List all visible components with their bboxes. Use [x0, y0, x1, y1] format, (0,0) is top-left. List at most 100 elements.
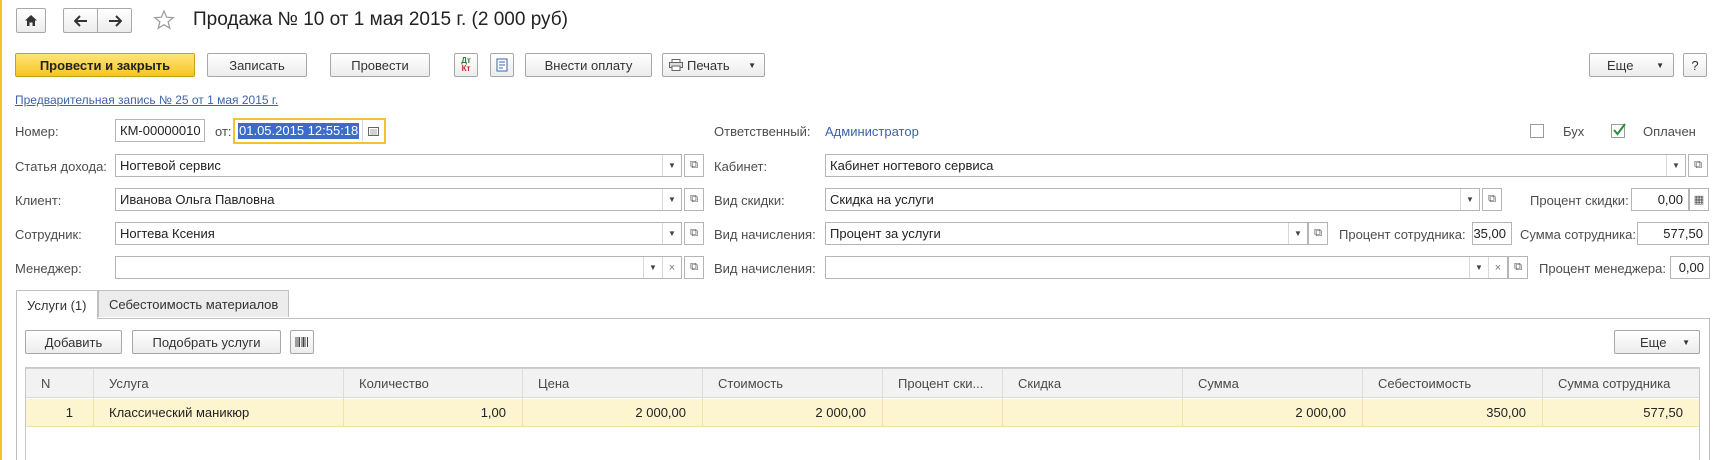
open-icon[interactable]: ⧉ [1308, 222, 1328, 245]
date-field[interactable]: 01.05.2015 12:55:18 [233, 118, 386, 144]
open-icon[interactable]: ⧉ [1508, 256, 1528, 279]
chevron-down-icon[interactable]: ▼ [1460, 189, 1479, 210]
discount-type-value: Скидка на услуги [830, 192, 934, 207]
column-header[interactable]: Процент ски... [883, 369, 1003, 399]
column-header[interactable]: Количество [344, 369, 523, 399]
chevron-down-icon[interactable]: ▼ [662, 189, 681, 210]
pay-button[interactable]: Внести оплату [525, 53, 652, 77]
arrow-left-icon [73, 14, 87, 27]
chevron-down-icon: ▼ [1656, 60, 1664, 70]
accrual-field[interactable]: Процент за услуги ▼ [825, 222, 1308, 245]
document-button[interactable] [490, 53, 514, 77]
tab-material-cost[interactable]: Себестоимость материалов [98, 290, 289, 317]
print-button[interactable]: Печать ▼ [662, 53, 765, 77]
paid-label: Оплачен [1643, 124, 1696, 139]
cell-cost: 2 000,00 [703, 399, 883, 426]
save-button[interactable]: Записать [207, 53, 307, 77]
discount-pct-field[interactable]: 0,00 [1631, 188, 1689, 211]
chevron-down-icon[interactable]: ▼ [662, 223, 681, 244]
chevron-down-icon[interactable]: ▼ [643, 257, 662, 278]
income-value: Ногтевой сервис [120, 158, 221, 173]
employee-field[interactable]: Ногтева Ксения ▼ [115, 222, 682, 245]
accrual-label: Вид начисления: [714, 227, 816, 242]
manager-pct-value: 0,00 [1678, 260, 1704, 275]
responsible-link[interactable]: Администратор [825, 124, 919, 139]
paid-checkbox[interactable] [1611, 123, 1626, 138]
number-value: КМ-00000010 [120, 123, 201, 138]
home-icon [25, 15, 37, 26]
number-label: Номер: [15, 124, 59, 139]
client-label: Клиент: [15, 193, 62, 208]
barcode-button[interactable] [290, 330, 314, 354]
dt-kt-button[interactable]: Дт Кт [454, 53, 478, 77]
cell-discount [1003, 399, 1183, 426]
employee-pct-field[interactable]: 35,00 [1472, 222, 1512, 245]
open-icon[interactable]: ⧉ [684, 256, 704, 279]
more-button[interactable]: Еще ▼ [1589, 53, 1674, 77]
left-accent-bar [0, 0, 2, 460]
pick-services-button[interactable]: Подобрать услуги [132, 330, 281, 354]
add-button[interactable]: Добавить [25, 330, 122, 354]
clear-icon[interactable]: × [662, 257, 681, 278]
date-value: 01.05.2015 12:55:18 [238, 123, 360, 139]
tab-services[interactable]: Услуги (1) [16, 290, 98, 319]
open-icon[interactable]: ⧉ [1482, 188, 1502, 211]
favorite-button[interactable] [153, 9, 175, 34]
client-field[interactable]: Иванова Ольга Павловна ▼ [115, 188, 682, 211]
document-icon [496, 58, 508, 72]
number-field[interactable]: КМ-00000010 [115, 119, 205, 142]
buh-checkbox[interactable] [1530, 124, 1544, 138]
open-icon[interactable]: ⧉ [684, 154, 704, 177]
column-header[interactable]: Сумма [1183, 369, 1363, 399]
help-button[interactable]: ? [1683, 53, 1707, 77]
discount-type-field[interactable]: Скидка на услуги ▼ [825, 188, 1480, 211]
print-label: Печать [687, 57, 730, 73]
open-icon[interactable]: ⧉ [1688, 154, 1708, 177]
calculator-icon[interactable]: ▦ [1689, 188, 1709, 211]
chevron-down-icon[interactable]: ▼ [1288, 223, 1307, 244]
employee-sum-value: 577,50 [1663, 226, 1703, 241]
column-header[interactable]: Стоимость [703, 369, 883, 399]
cabinet-field[interactable]: Кабинет ногтевого сервиса ▼ [825, 154, 1686, 177]
manager-pct-field[interactable]: 0,00 [1670, 256, 1710, 279]
printer-icon [669, 59, 683, 71]
column-header[interactable]: Скидка [1003, 369, 1183, 399]
column-header[interactable]: Цена [523, 369, 703, 399]
chevron-down-icon: ▼ [748, 60, 756, 70]
income-field[interactable]: Ногтевой сервис ▼ [115, 154, 682, 177]
employee-sum-field[interactable]: 577,50 [1637, 222, 1709, 245]
employee-label: Сотрудник: [15, 227, 82, 242]
open-icon[interactable]: ⧉ [684, 222, 704, 245]
column-header[interactable]: Сумма сотрудника [1543, 369, 1699, 399]
table-more-button[interactable]: Еще ▼ [1614, 330, 1700, 354]
back-button[interactable] [63, 8, 98, 33]
post-button[interactable]: Провести [330, 53, 430, 77]
chevron-down-icon[interactable]: ▼ [662, 155, 681, 176]
column-header[interactable]: Себестоимость [1363, 369, 1543, 399]
post-and-close-button[interactable]: Провести и закрыть [15, 53, 195, 77]
clear-icon[interactable]: × [1488, 257, 1507, 278]
accrual2-field[interactable]: ▼ × [825, 256, 1508, 279]
cell-employee-sum: 577,50 [1643, 405, 1683, 420]
employee-pct-value: 35,00 [1473, 226, 1506, 241]
manager-pct-label: Процент менеджера: [1539, 261, 1666, 276]
table-row[interactable]: 1 Классический маникюр 1,00 2 000,00 2 0… [26, 399, 1699, 427]
cell-sum: 2 000,00 [1183, 399, 1363, 426]
chevron-down-icon[interactable]: ▼ [1666, 155, 1685, 176]
home-button[interactable] [16, 8, 46, 33]
chevron-down-icon[interactable]: ▼ [1469, 257, 1488, 278]
open-icon[interactable]: ⧉ [684, 188, 704, 211]
chevron-down-icon: ▼ [1682, 337, 1690, 347]
preliminary-record-link[interactable]: Предварительная запись № 25 от 1 мая 201… [15, 93, 278, 107]
accrual2-label: Вид начисления: [714, 261, 816, 276]
forward-button[interactable] [97, 8, 132, 33]
column-header[interactable]: Услуга [94, 369, 344, 399]
dt-kt-icon-bottom: Кт [461, 64, 471, 73]
income-label: Статья дохода: [15, 159, 107, 174]
cell-price: 2 000,00 [523, 399, 703, 426]
column-header[interactable]: N [26, 369, 94, 399]
buh-label: Бух [1563, 124, 1585, 139]
more-label: Еще [1607, 57, 1634, 73]
manager-field[interactable]: ▼ × [115, 256, 682, 279]
from-label: от: [215, 124, 232, 139]
